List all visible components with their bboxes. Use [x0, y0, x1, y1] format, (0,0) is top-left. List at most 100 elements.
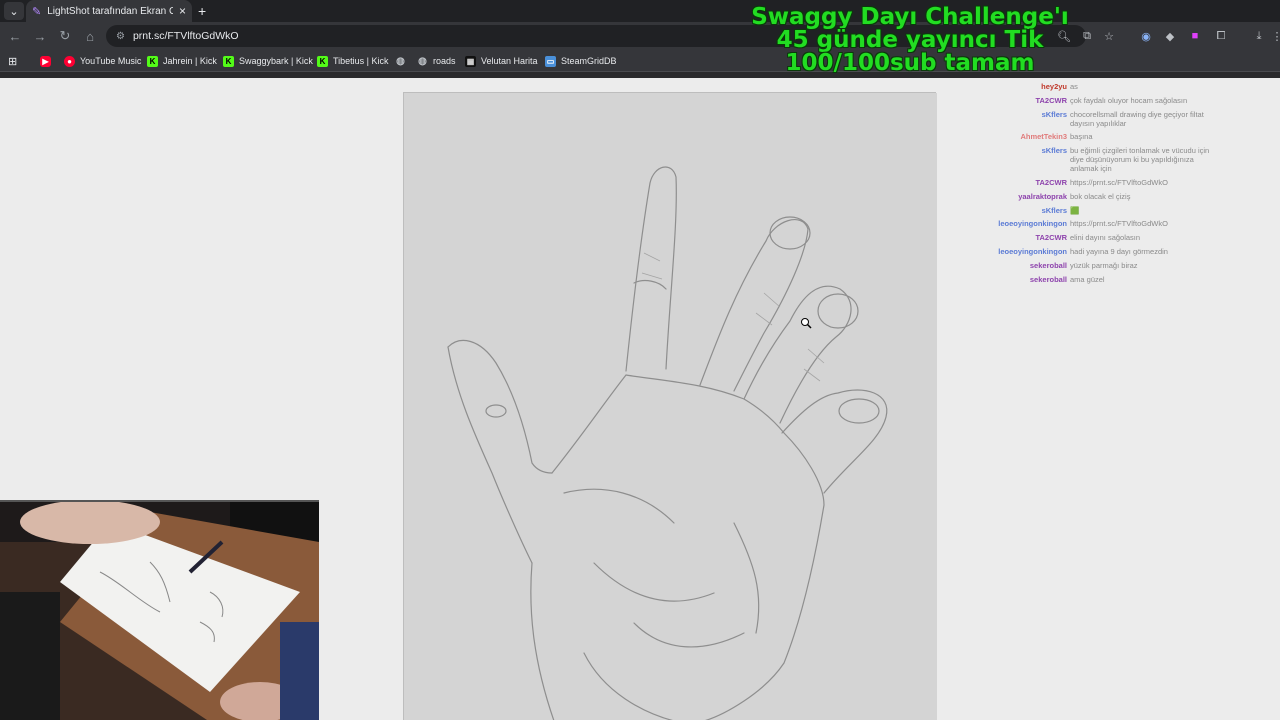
bookmark-youtube-music[interactable]: ● YouTube Music — [64, 54, 141, 68]
bookmark-label: YouTube Music — [80, 56, 142, 66]
kick-icon: K — [147, 55, 158, 67]
globe-icon: ◍ — [418, 55, 427, 67]
chat-text: elini dayını sağolasın — [1070, 233, 1141, 243]
tab-title: LightShot tarafından Ekran Gör — [47, 5, 173, 17]
chevron-down-icon: ⌄ — [9, 5, 19, 18]
chat-user: sKflers — [1041, 205, 1067, 215]
chat-text: https://prnt.sc/FTVlftoGdWkO — [1070, 219, 1168, 229]
chat-text: 🟩 — [1070, 205, 1080, 215]
arrow-right-icon: → — [33, 28, 47, 44]
chat-message: TA2CWR https://prnt.sc/FTVlftoGdWkO — [990, 178, 1220, 187]
chat-message: hey2yu as — [990, 82, 1220, 91]
bookmark-label: roads — [433, 56, 456, 66]
bookmark-label: Tibetius | Kick — [333, 56, 389, 66]
chat-user: TA2CWR — [1035, 177, 1067, 187]
bookmark-roads[interactable]: ◍ roads — [417, 54, 456, 68]
bookmark-swaggybark-kick[interactable]: K Swaggybark | Kick — [223, 54, 313, 68]
lightshot-favicon-icon: ✎ — [32, 5, 42, 18]
chat-user: leoeoyingonkingon — [998, 219, 1067, 229]
overlay-line: 45 günde yayıncı Tik — [776, 27, 1044, 53]
reload-button[interactable]: ↻ — [56, 27, 74, 45]
stream-chat: hey2yu as TA2CWR çok faydalı oluyor hocam … — [990, 82, 1220, 288]
overlay-line: 100/100sub tamam — [785, 50, 1035, 76]
back-button[interactable]: ← — [6, 27, 24, 45]
bookmark-globe[interactable]: ◍ — [395, 54, 406, 68]
chat-message: AhmetTekin3 başına — [990, 132, 1220, 141]
steamgrid-icon: ▭ — [545, 55, 556, 67]
chat-message: sKflers bu eğimli çizgileri tonlamak ve v… — [990, 146, 1220, 173]
chat-user: AhmetTekin3 — [1020, 132, 1067, 142]
chat-user: yaalraktoprak — [1018, 191, 1067, 201]
bookmark-tibetius-kick[interactable]: K Tibetius | Kick — [317, 54, 389, 68]
map-icon: ▦ — [465, 55, 476, 67]
chat-user: TA2CWR — [1035, 233, 1067, 243]
chat-text: bok olacak el çiziş — [1070, 191, 1131, 201]
screenshot-image[interactable] — [403, 92, 937, 720]
chat-message: yaalraktoprak bok olacak el çiziş — [990, 192, 1220, 201]
site-info-icon[interactable]: ⚙ — [116, 31, 125, 42]
bookmark-steamgriddb[interactable]: ▭ SteamGridDB — [545, 54, 617, 68]
chat-user: sekeroball — [1029, 260, 1067, 270]
new-tab-button[interactable]: + — [198, 0, 206, 22]
bookmark-velutan-harita[interactable]: ▦ Velutan Harita — [465, 54, 538, 68]
globe-icon: ◍ — [396, 55, 405, 67]
chat-user: leoeoyingonkingon — [998, 246, 1067, 256]
webcam-feed-image — [0, 502, 319, 720]
chat-message: leoeoyingonkingon hadi yayına 9 dayı görm… — [990, 247, 1220, 256]
bookmark-label: Jahrein | Kick — [163, 56, 217, 66]
tab-search-button[interactable]: ⌄ — [4, 2, 24, 20]
bookmark-jahrein-kick[interactable]: K Jahrein | Kick — [147, 54, 217, 68]
chat-text: bu eğimli çizgileri tonlamak ve vücudu i… — [1070, 146, 1210, 174]
plus-icon: + — [198, 3, 207, 19]
reload-icon: ↻ — [59, 28, 71, 43]
chat-message: sekeroball yüzük parmağı biraz — [990, 261, 1220, 270]
chat-message: sKflers 🟩 — [990, 206, 1220, 215]
youtube-music-icon: ● — [64, 55, 75, 67]
chat-user: sekeroball — [1029, 274, 1067, 284]
chat-user: TA2CWR — [1035, 95, 1067, 105]
chat-message: TA2CWR çok faydalı oluyor hocam sağolasın — [990, 96, 1220, 105]
bookmark-label: Velutan Harita — [481, 56, 538, 66]
chat-user: sKflers — [1041, 109, 1067, 119]
download-icon[interactable]: ⤓ — [1250, 27, 1268, 45]
bookmark-youtube-red[interactable]: ▶ — [40, 54, 51, 68]
chat-text: başına — [1070, 132, 1093, 142]
arrow-left-icon: ← — [8, 28, 22, 44]
chat-message: sekeroball ama güzel — [990, 275, 1220, 284]
apps-button[interactable]: ⊞ — [8, 54, 17, 68]
apps-grid-icon: ⊞ — [8, 55, 18, 68]
home-icon: ⌂ — [86, 28, 94, 44]
chat-message: sKflers chocorellsmall drawing diye geçiy… — [990, 110, 1220, 128]
extension-diamond-icon[interactable]: ◆ — [1161, 27, 1179, 45]
stream-overlay-title: Swaggy Dayı Challenge'ı 45 günde yayıncı… — [700, 6, 1120, 75]
chat-text: yüzük parmağı biraz — [1070, 260, 1138, 270]
chat-message: leoeoyingonkingon https://prnt.sc/FTVlfto… — [990, 219, 1220, 228]
chat-user: hey2yu — [1041, 82, 1067, 91]
youtube-icon: ▶ — [40, 55, 51, 67]
chat-text: hadi yayına 9 dayı görmezdin — [1070, 246, 1168, 256]
extension-pink-icon[interactable]: ■ — [1186, 27, 1204, 45]
zoom-cursor-icon — [800, 316, 812, 329]
chat-text: as — [1070, 82, 1078, 91]
browser-tab[interactable]: ✎ LightShot tarafından Ekran Gör × — [26, 0, 192, 22]
extensions-puzzle-icon[interactable]: ⧠ — [1212, 27, 1230, 45]
kick-icon: K — [317, 55, 328, 67]
close-tab-icon[interactable]: × — [179, 4, 186, 18]
overlay-line: Swaggy Dayı Challenge'ı — [751, 4, 1069, 30]
hand-sketch-drawing — [404, 93, 937, 720]
webcam-overlay — [0, 500, 319, 720]
bookmark-label: SteamGridDB — [561, 56, 617, 66]
chat-message: TA2CWR elini dayını sağolasın — [990, 233, 1220, 242]
bookmark-label: Swaggybark | Kick — [239, 56, 313, 66]
chat-text: çok faydalı oluyor hocam sağolasın — [1070, 95, 1188, 105]
chat-text: https://prnt.sc/FTVlftoGdWkO — [1070, 177, 1168, 187]
chat-text: ama güzel — [1070, 274, 1105, 284]
chat-user: sKflers — [1041, 146, 1067, 156]
kick-icon: K — [223, 55, 234, 67]
menu-icon[interactable]: ⋮ — [1268, 27, 1280, 45]
extension-icon[interactable]: ◉ — [1137, 27, 1155, 45]
home-button[interactable]: ⌂ — [81, 27, 99, 45]
chat-text: chocorellsmall drawing diye geçiyor filt… — [1070, 109, 1204, 128]
url-text: prnt.sc/FTVlftoGdWkO — [132, 30, 239, 42]
forward-button[interactable]: → — [31, 27, 49, 45]
